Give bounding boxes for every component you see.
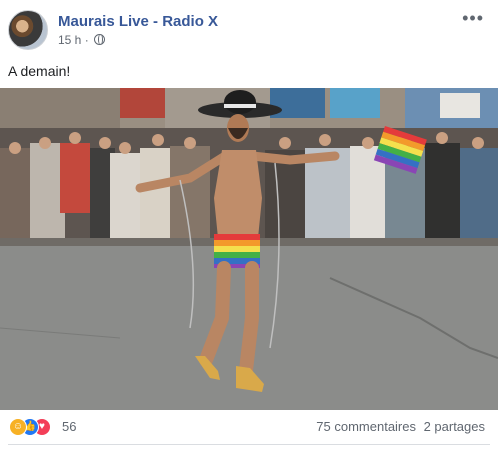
haha-reaction-icon: ☺ [9,418,27,436]
page-avatar[interactable] [8,10,48,50]
post-meta: 15 h · [58,33,106,47]
page-name-link[interactable]: Maurais Live - Radio X [58,13,218,30]
footer-divider [8,444,490,445]
more-options-button[interactable]: ••• [462,9,484,27]
photo-illustration [0,88,498,410]
globe-icon [94,34,106,45]
post-caption: A demain! [8,63,71,79]
meta-separator: · [84,33,89,47]
reaction-count[interactable]: 56 [62,419,76,434]
post-header: Maurais Live - Radio X 15 h · ••• [8,9,490,54]
post-timestamp[interactable]: 15 h [58,33,81,47]
facebook-post: Maurais Live - Radio X 15 h · ••• A dema… [0,0,498,449]
post-footer: ☺ 👍 ♥ 56 75 commentaires 2 partages [0,410,498,449]
comments-count-link[interactable]: 75 commentaires [316,419,416,434]
post-photo[interactable] [0,88,498,410]
shares-count-link[interactable]: 2 partages [424,419,485,434]
